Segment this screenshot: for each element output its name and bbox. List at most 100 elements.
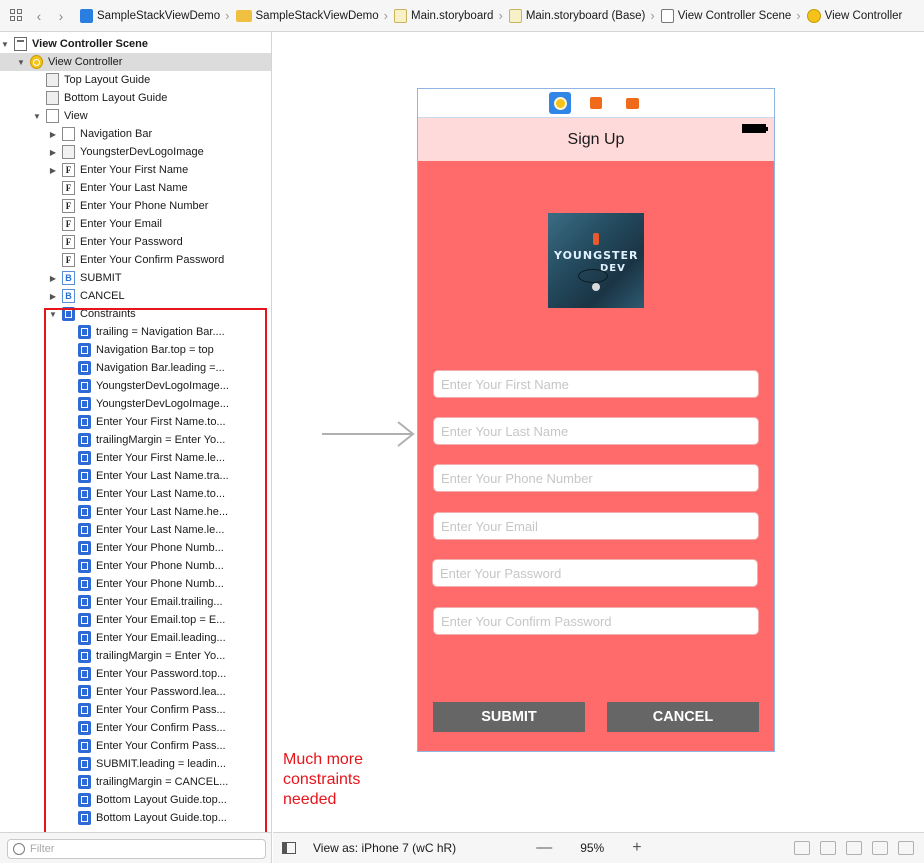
disclosure-closed-icon[interactable]: ▶: [48, 130, 58, 139]
scene-icon: [14, 37, 27, 51]
related-items-grid-icon[interactable]: [10, 8, 24, 23]
disclosure-closed-icon[interactable]: ▶: [48, 148, 58, 157]
navigation-bar-icon: [62, 127, 75, 141]
view-as-device-button[interactable]: View as: iPhone 7 (wC hR): [313, 841, 456, 855]
breadcrumb-separator-icon: ›: [225, 8, 230, 23]
scene-dock: [418, 89, 774, 118]
breadcrumb-label: View Controller: [824, 9, 903, 22]
breadcrumb-item[interactable]: Main.storyboard ›: [394, 8, 503, 23]
zoom-out-button[interactable]: —: [536, 839, 552, 857]
button-icon: B: [62, 289, 75, 303]
breadcrumb-separator-icon: ›: [650, 8, 655, 23]
disclosure-open-icon[interactable]: ▼: [0, 40, 10, 49]
first-name-field[interactable]: Enter Your First Name: [433, 370, 759, 398]
toggle-outline-icon[interactable]: [282, 842, 296, 854]
forward-arrow-icon[interactable]: ›: [52, 8, 70, 24]
battery-icon: [742, 124, 768, 133]
phone-number-placeholder: Enter Your Phone Number: [441, 470, 593, 486]
navigation-title: Sign Up: [567, 131, 625, 148]
breadcrumb-item[interactable]: SampleStackViewDemo ›: [80, 8, 230, 23]
breadcrumb-separator-icon: ›: [498, 8, 503, 23]
outline-row[interactable]: ▶ YoungsterDevLogoImage: [0, 143, 271, 161]
navigation-bar[interactable]: Sign Up: [418, 118, 774, 161]
outline-row[interactable]: Top Layout Guide: [0, 71, 271, 89]
confirm-password-field[interactable]: Enter Your Confirm Password: [433, 607, 759, 635]
outline-filter-bar: Filter: [0, 832, 272, 863]
folder-icon: [235, 9, 252, 22]
breadcrumb-label: Main.storyboard: [411, 9, 494, 22]
breadcrumb-item[interactable]: View Controller: [806, 8, 903, 23]
outline-row-label: Enter Your Last Name: [80, 182, 188, 194]
view-controller-scene[interactable]: Sign Up YOUNGSTER DEV Enter Your First N…: [417, 88, 775, 752]
layout-guide-icon: [46, 91, 59, 105]
outline-row-label: Enter Your Phone Number: [80, 200, 209, 212]
outline-row-label: Navigation Bar: [80, 128, 153, 140]
breadcrumb-item[interactable]: Main.storyboard (Base) ›: [508, 8, 655, 23]
breadcrumb-item[interactable]: SampleStackViewDemo ›: [235, 8, 388, 23]
last-name-field[interactable]: Enter Your Last Name: [433, 417, 759, 445]
breadcrumb-label: Main.storyboard (Base): [525, 9, 646, 22]
back-arrow-icon[interactable]: ‹: [30, 8, 48, 24]
outline-row[interactable]: ▶ F Enter Your First Name: [0, 161, 271, 179]
view-icon: [46, 109, 59, 123]
outline-row-label: Enter Your Confirm Password: [80, 254, 225, 266]
confirm-password-placeholder: Enter Your Confirm Password: [441, 613, 612, 629]
stack-icon[interactable]: [820, 841, 836, 855]
image-view-icon: [62, 145, 75, 159]
dock-exit-icon[interactable]: [621, 92, 643, 114]
zoom-in-button[interactable]: +: [632, 839, 641, 857]
scene-icon: [660, 8, 674, 23]
pin-icon[interactable]: [872, 841, 888, 855]
initial-view-controller-arrow-icon: [322, 421, 415, 447]
disclosure-closed-icon[interactable]: ▶: [48, 166, 58, 175]
outline-row[interactable]: F Enter Your Password: [0, 233, 271, 251]
breadcrumb-item[interactable]: View Controller Scene ›: [660, 8, 801, 23]
layout-guide-icon: [46, 73, 59, 87]
breadcrumb-label: View Controller Scene: [677, 9, 792, 22]
resolve-issues-icon[interactable]: [898, 841, 914, 855]
outline-row[interactable]: F Enter Your Email: [0, 215, 271, 233]
outline-row[interactable]: ▼ View Controller: [0, 53, 271, 71]
view-controller-icon: [806, 8, 821, 23]
breadcrumb-label: SampleStackViewDemo: [97, 9, 221, 22]
filter-icon: [13, 843, 25, 855]
outline-row[interactable]: ▶ Navigation Bar: [0, 125, 271, 143]
outline-row-label: View Controller: [48, 56, 123, 68]
dock-view-controller-icon[interactable]: [549, 92, 571, 114]
outline-row[interactable]: F Enter Your Phone Number: [0, 197, 271, 215]
outline-row-label: CANCEL: [80, 290, 125, 302]
disclosure-closed-icon[interactable]: ▶: [48, 274, 58, 283]
disclosure-closed-icon[interactable]: ▶: [48, 292, 58, 301]
dock-first-responder-icon[interactable]: [585, 92, 607, 114]
outline-row[interactable]: ▶ B SUBMIT: [0, 269, 271, 287]
outline-row[interactable]: F Enter Your Confirm Password: [0, 251, 271, 269]
cancel-button[interactable]: CANCEL: [607, 702, 759, 732]
view-controller-icon: [30, 55, 43, 69]
password-field[interactable]: Enter Your Password: [432, 559, 758, 587]
align-icon[interactable]: [846, 841, 862, 855]
storyboard-icon: [508, 8, 522, 23]
jump-bar: ‹ › SampleStackViewDemo › SampleStackViewD…: [0, 0, 924, 32]
filter-field[interactable]: Filter: [7, 839, 266, 859]
youngster-dev-logo-image[interactable]: YOUNGSTER DEV: [548, 213, 644, 308]
phone-number-field[interactable]: Enter Your Phone Number: [433, 464, 759, 492]
outline-row[interactable]: ▼ View: [0, 107, 271, 125]
email-placeholder: Enter Your Email: [441, 518, 538, 534]
constraints-highlight-box: [44, 308, 267, 835]
logo-emblem-icon: [592, 283, 600, 291]
disclosure-open-icon[interactable]: ▼: [16, 58, 26, 67]
submit-button[interactable]: SUBMIT: [433, 702, 585, 732]
breadcrumb-label: SampleStackViewDemo: [255, 9, 379, 22]
outline-row[interactable]: Bottom Layout Guide: [0, 89, 271, 107]
button-icon: B: [62, 271, 75, 285]
text-field-icon: F: [62, 163, 75, 177]
outline-row-label: Enter Your First Name: [80, 164, 189, 176]
outline-row[interactable]: ▶ B CANCEL: [0, 287, 271, 305]
outline-row[interactable]: F Enter Your Last Name: [0, 179, 271, 197]
email-field[interactable]: Enter Your Email: [433, 512, 759, 540]
update-frames-icon[interactable]: [794, 841, 810, 855]
outline-row[interactable]: ▼ View Controller Scene: [0, 35, 271, 53]
last-name-placeholder: Enter Your Last Name: [441, 423, 569, 439]
disclosure-open-icon[interactable]: ▼: [32, 112, 42, 121]
outline-row-label: View: [64, 110, 88, 122]
